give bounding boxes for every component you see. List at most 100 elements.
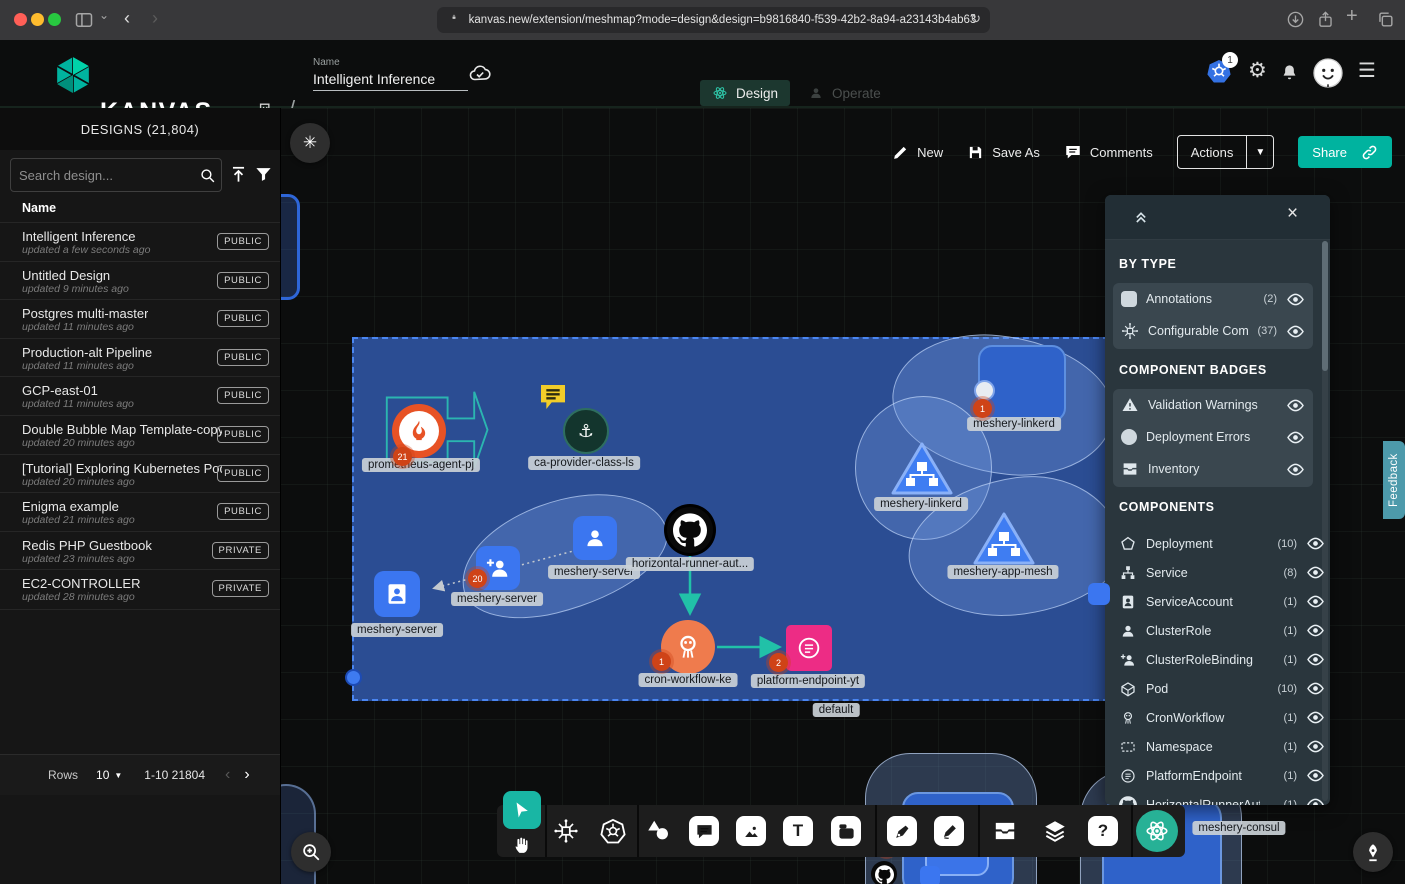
namespace-label: default (813, 703, 860, 717)
node-label: meshery-app-mesh (947, 565, 1058, 579)
downloads-icon[interactable] (1286, 10, 1305, 29)
minimize-window-button[interactable] (31, 13, 44, 26)
mini-node (920, 866, 940, 884)
notifications-bell-icon[interactable] (1280, 63, 1299, 82)
next-page-button[interactable]: › (244, 766, 249, 784)
error-badge[interactable]: 21 (393, 447, 412, 466)
meshery-logo-icon (1144, 818, 1170, 844)
design-updated: updated a few seconds ago (22, 244, 150, 256)
image-tool[interactable] (736, 816, 766, 846)
design-updated: updated 9 minutes ago (22, 283, 129, 295)
tab-overview-icon[interactable] (1376, 10, 1395, 29)
actions-dropdown-caret[interactable]: ▼ (1246, 136, 1273, 168)
layers-tool[interactable] (1042, 818, 1068, 844)
filter-icon[interactable] (254, 165, 273, 184)
rows-per-page-select[interactable]: 10 (96, 768, 109, 782)
node-meshery-app-mesh[interactable] (969, 508, 1039, 570)
node-horizontal-runner[interactable] (667, 507, 713, 553)
node-meshery-server-clusterrole[interactable] (573, 516, 617, 560)
address-bar[interactable]: kanvas.new/extension/meshmap?mode=design… (437, 7, 990, 33)
close-window-button[interactable] (14, 13, 27, 26)
error-badge[interactable]: 2 (769, 653, 788, 672)
pen-mode-button[interactable] (1353, 832, 1393, 872)
error-badge[interactable]: 20 (468, 569, 487, 588)
selection-handle[interactable] (345, 669, 362, 686)
edge-annotation-tool[interactable] (887, 816, 917, 846)
actions-split-button[interactable]: Actions ▼ (1177, 135, 1275, 169)
share-button[interactable]: Share (1298, 136, 1392, 168)
tab-operate[interactable]: Operate (796, 80, 893, 106)
kubernetes-components-tool[interactable] (600, 818, 626, 844)
chevron-down-icon[interactable]: ⌄ (99, 8, 109, 22)
design-list-item[interactable]: EC2-CONTROLLER updated 28 minutes ago PR… (0, 569, 280, 610)
new-tab-icon[interactable]: + (1346, 5, 1358, 28)
comments-label: Comments (1090, 145, 1153, 160)
error-badge[interactable]: 1 (652, 652, 671, 671)
operate-mode-icon (808, 85, 824, 101)
design-name-input[interactable]: Intelligent Inference (313, 71, 468, 91)
design-list-item[interactable]: [Tutorial] Exploring Kubernetes Pod upda… (0, 454, 280, 494)
sticky-note-tool[interactable] (831, 816, 861, 846)
actions-label: Actions (1178, 145, 1247, 160)
clusterrolebinding-icon (484, 554, 512, 582)
annotation-comment-icon[interactable] (537, 381, 569, 413)
prev-page-button[interactable]: ‹ (225, 766, 230, 784)
user-avatar[interactable] (1312, 57, 1344, 89)
node-meshery-linkerd-service[interactable] (887, 438, 957, 500)
import-design-icon[interactable] (229, 165, 248, 184)
meshery-extension-button[interactable] (1136, 810, 1178, 852)
shapes-tool[interactable] (645, 818, 671, 844)
design-list-item[interactable]: Production-alt Pipeline updated 11 minut… (0, 338, 280, 378)
help-tool[interactable]: ? (1088, 816, 1118, 846)
comment-tool[interactable] (689, 816, 719, 846)
canvas-action-bar: New Save As Comments Actions ▼ Share (892, 135, 1392, 169)
rows-select-caret[interactable]: ▼ (114, 771, 122, 780)
design-list-item[interactable]: Untitled Design updated 9 minutes ago PU… (0, 261, 280, 301)
mesh-components-tool[interactable] (553, 818, 579, 844)
design-list-item[interactable]: GCP-east-01 updated 11 minutes ago PUBLI… (0, 376, 280, 416)
design-name: Untitled Design (22, 268, 110, 283)
search-input[interactable] (11, 168, 197, 183)
settings-gear-icon[interactable]: ⚙ (1248, 58, 1267, 83)
environment-button[interactable]: 1 (1206, 58, 1232, 84)
pan-tool[interactable] (512, 835, 532, 855)
hamburger-menu-icon[interactable]: ☰ (1358, 58, 1376, 83)
tab-design[interactable]: Design (700, 80, 790, 106)
design-list-item[interactable]: Intelligent Inference updated a few seco… (0, 222, 280, 262)
design-list-item[interactable]: Double Bubble Map Template-copy updated … (0, 415, 280, 455)
zoom-in-button[interactable] (291, 832, 331, 872)
save-as-button[interactable]: Save As (967, 144, 1040, 161)
design-list-item[interactable]: Postgres multi-master updated 11 minutes… (0, 299, 280, 339)
comment-icon (695, 822, 714, 841)
design-updated: updated 11 minutes ago (22, 321, 134, 333)
sticky-note-icon (837, 822, 856, 841)
design-canvas[interactable]: 21 prometheus-agent-pj ⚓ ca-provider-cla… (280, 108, 1405, 884)
select-tool[interactable] (503, 791, 541, 829)
fountain-nib-icon (1362, 841, 1384, 863)
node-meshery-server-serviceaccount[interactable] (374, 571, 420, 617)
inventory-drawer-tool[interactable] (992, 818, 1018, 844)
design-list-item[interactable]: Enigma example updated 21 minutes ago PU… (0, 492, 280, 532)
text-tool[interactable]: T (783, 816, 813, 846)
forward-button[interactable]: › (152, 8, 158, 29)
back-button[interactable]: ‹ (124, 8, 130, 29)
freehand-draw-tool[interactable] (934, 816, 964, 846)
sidebar-toggle-icon[interactable] (74, 10, 94, 30)
crd-mini-icon (974, 380, 995, 401)
fullscreen-window-button[interactable] (48, 13, 61, 26)
kanvas-logo-icon[interactable] (54, 55, 92, 93)
serviceaccount-icon (382, 579, 412, 609)
node-platform-endpoint[interactable] (786, 625, 832, 671)
design-list-item[interactable]: Redis PHP Guestbook updated 23 minutes a… (0, 531, 280, 571)
design-tab-label: Design (736, 86, 778, 101)
search-design-field[interactable] (10, 158, 222, 192)
lock-icon (451, 14, 463, 26)
error-badge[interactable]: 1 (973, 399, 992, 418)
new-button[interactable]: New (892, 144, 943, 161)
share-icon[interactable] (1316, 10, 1335, 29)
comments-button[interactable]: Comments (1064, 143, 1153, 161)
node-label: cron-workflow-ke (639, 673, 738, 687)
column-header-name[interactable]: Name (22, 201, 56, 215)
reload-icon[interactable]: ↻ (970, 11, 981, 27)
node-ca-provider[interactable]: ⚓ (563, 408, 609, 454)
